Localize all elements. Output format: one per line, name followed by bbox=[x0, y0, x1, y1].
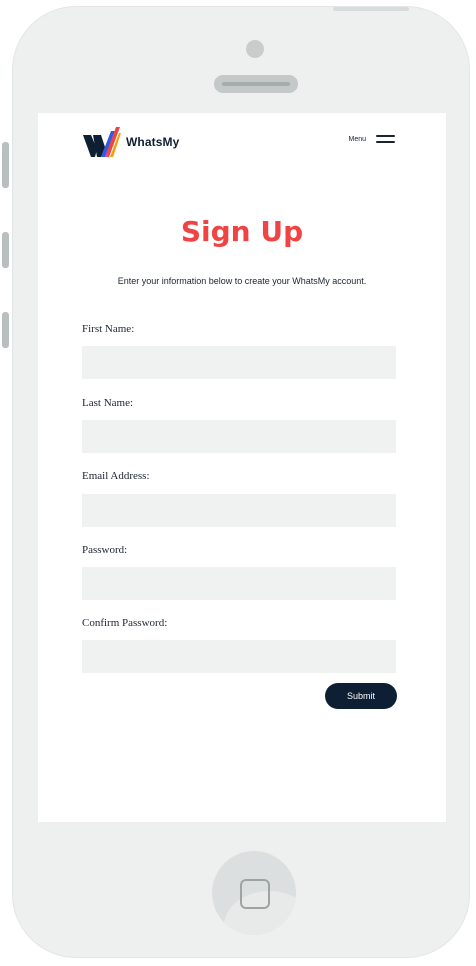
confirm-password-field[interactable] bbox=[82, 640, 396, 673]
last-name-label: Last Name: bbox=[82, 397, 134, 409]
home-button[interactable] bbox=[212, 851, 296, 935]
page-subtitle: Enter your information below to create y… bbox=[117, 276, 367, 286]
first-name-field[interactable] bbox=[82, 346, 396, 379]
email-field[interactable] bbox=[82, 494, 396, 527]
phone-top-button bbox=[333, 7, 409, 11]
password-field[interactable] bbox=[82, 567, 396, 600]
home-square-icon bbox=[240, 879, 270, 909]
submit-button[interactable]: Submit bbox=[325, 683, 397, 709]
earpiece-speaker bbox=[214, 75, 298, 93]
first-name-label: First Name: bbox=[82, 323, 135, 335]
front-camera bbox=[246, 40, 264, 58]
password-label: Password: bbox=[82, 544, 128, 556]
confirm-password-label: Confirm Password: bbox=[82, 617, 168, 629]
volume-up-button bbox=[2, 232, 9, 268]
volume-down-button bbox=[2, 312, 9, 348]
menu-toggle[interactable]: Menu bbox=[348, 135, 395, 143]
page-title: Sign Up bbox=[180, 215, 304, 248]
whatsmy-logo-icon bbox=[83, 127, 121, 157]
brand-name: WhatsMy bbox=[126, 135, 180, 149]
menu-label: Menu bbox=[348, 135, 366, 143]
phone-screen: WhatsMy Menu Sign Up Enter your informat… bbox=[38, 113, 446, 822]
brand-logo-link[interactable]: WhatsMy bbox=[83, 125, 179, 159]
hamburger-icon bbox=[376, 135, 395, 143]
last-name-field[interactable] bbox=[82, 420, 396, 453]
email-label: Email Address: bbox=[82, 470, 150, 482]
mute-switch bbox=[2, 142, 9, 188]
